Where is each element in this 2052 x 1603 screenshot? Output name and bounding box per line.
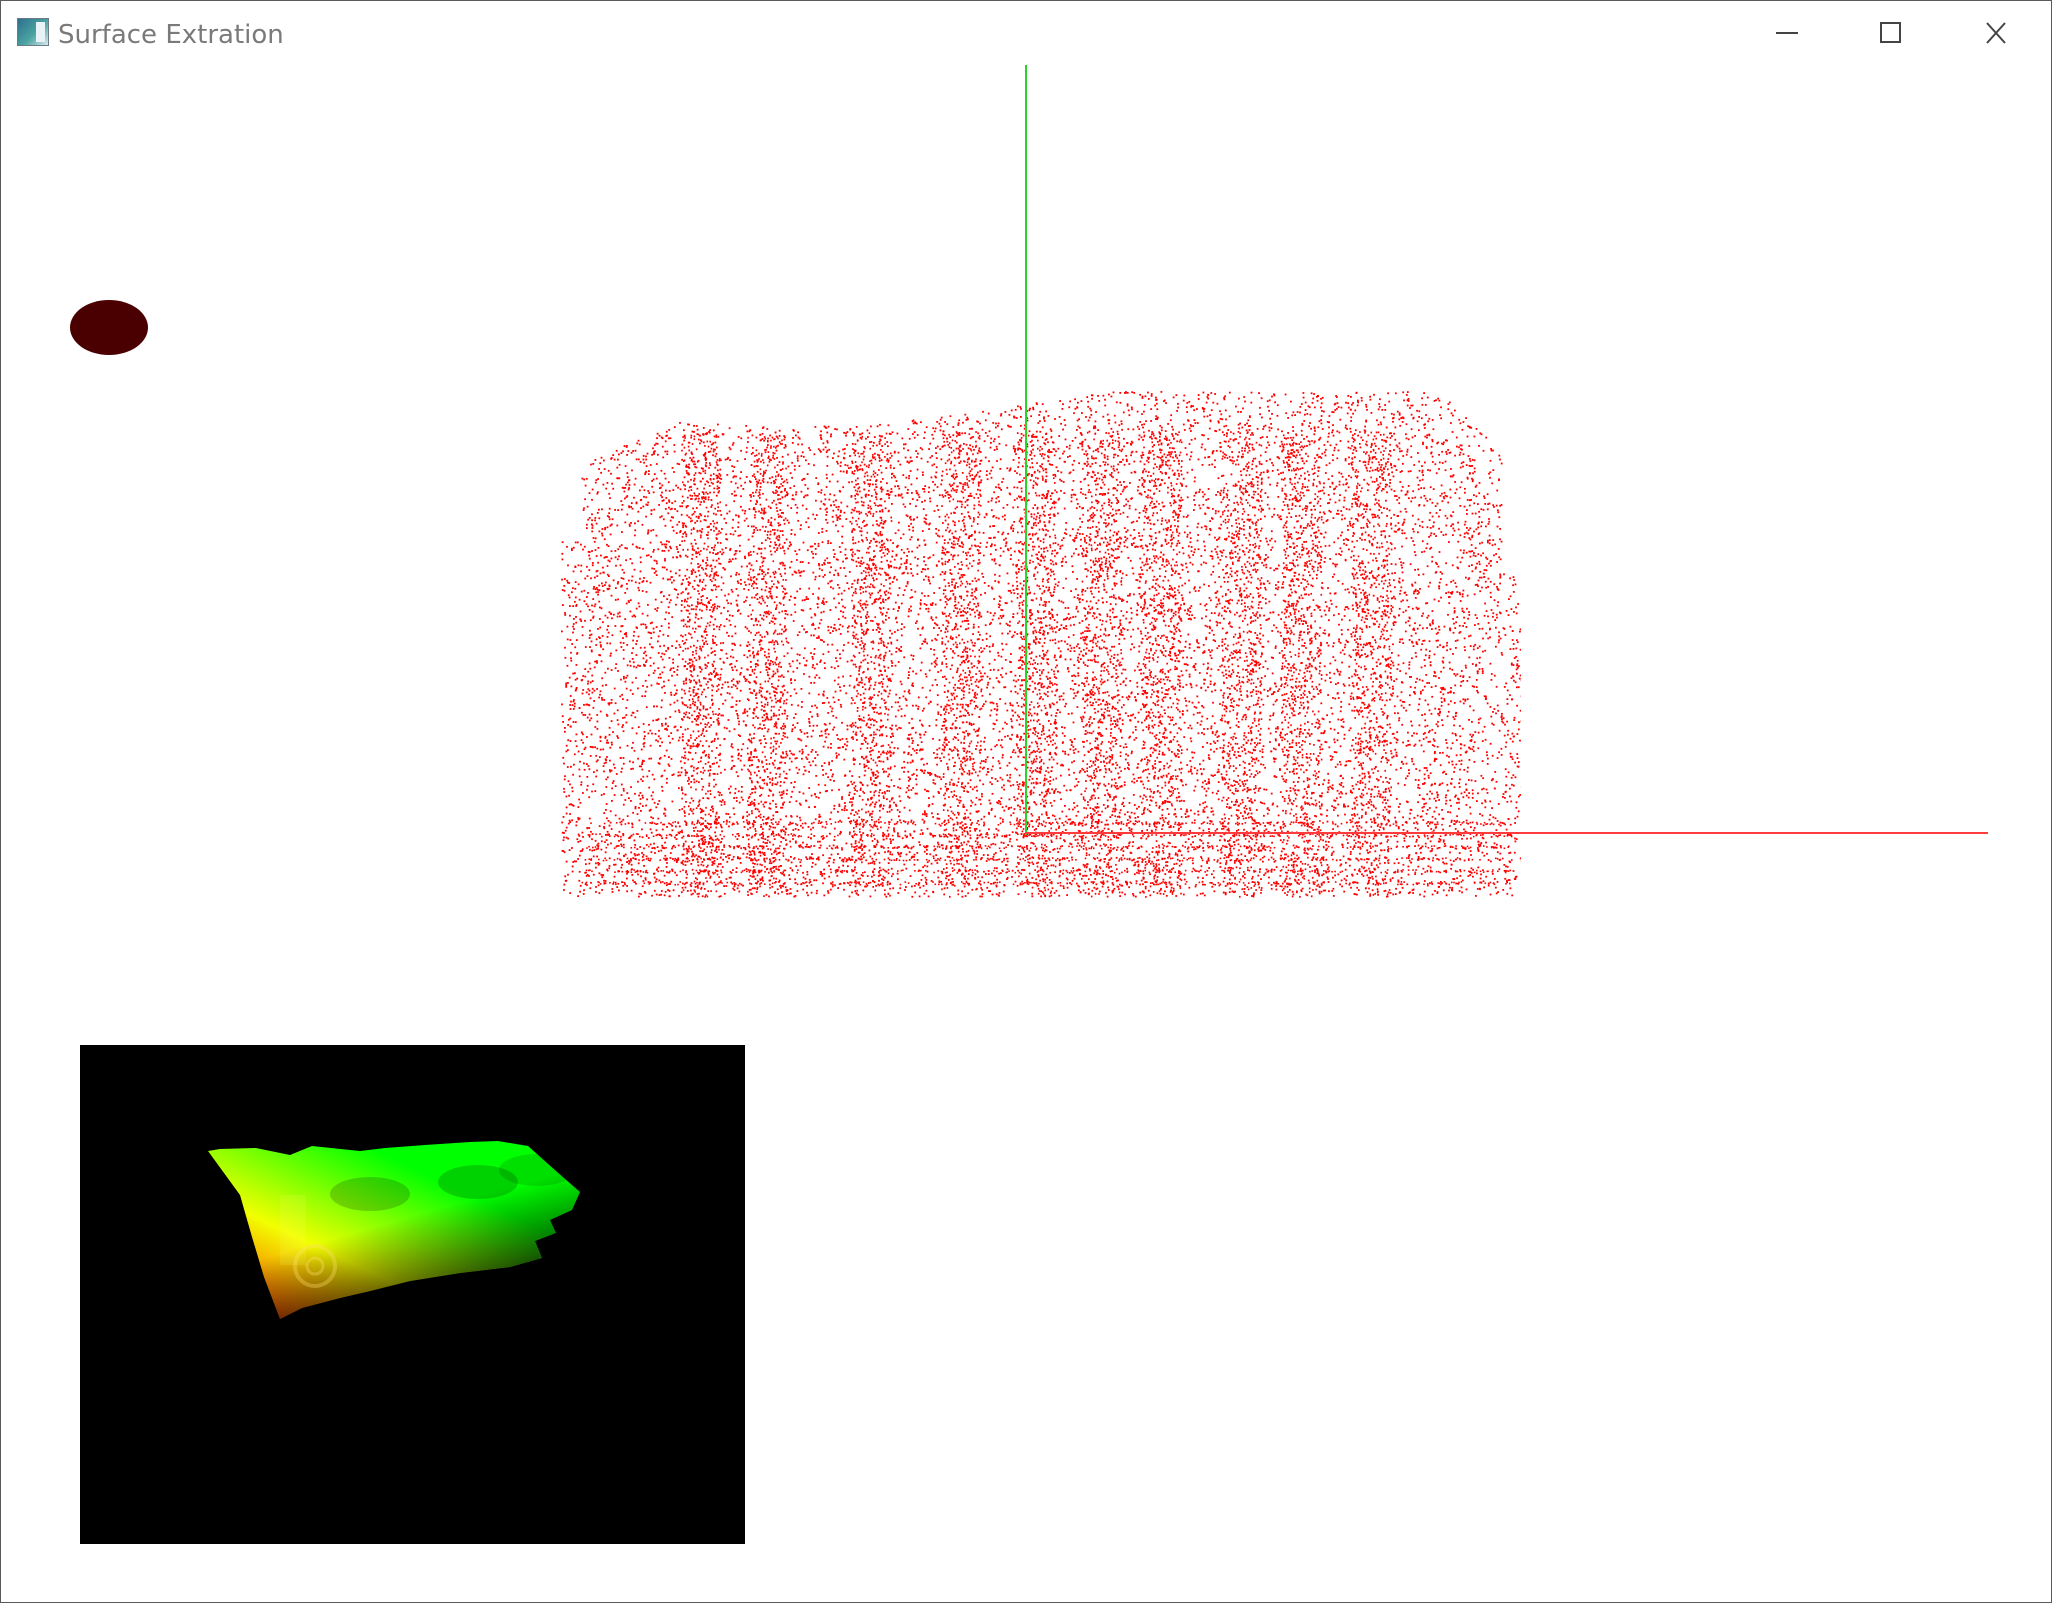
point-cloud: [561, 391, 1521, 898]
maximize-icon: [1880, 22, 1901, 43]
minimize-icon: [1776, 32, 1798, 34]
x-axis-line: [1025, 832, 1988, 834]
application-window: Surface Extration: [0, 0, 2052, 1603]
light-source-marker: [70, 300, 148, 355]
depth-rendering: [208, 1141, 580, 1319]
maximize-button[interactable]: [1839, 1, 1943, 65]
window-title: Surface Extration: [58, 18, 284, 52]
window-app-icon[interactable]: [17, 18, 49, 46]
close-icon: [1986, 22, 2006, 44]
depth-image-view: [80, 1045, 745, 1544]
y-axis-line: [1025, 65, 1027, 835]
title-bar[interactable]: Surface Extration: [1, 1, 2051, 65]
close-button[interactable]: [1943, 1, 2047, 65]
minimize-button[interactable]: [1735, 1, 1839, 65]
3d-viewport[interactable]: [1, 65, 2051, 1602]
